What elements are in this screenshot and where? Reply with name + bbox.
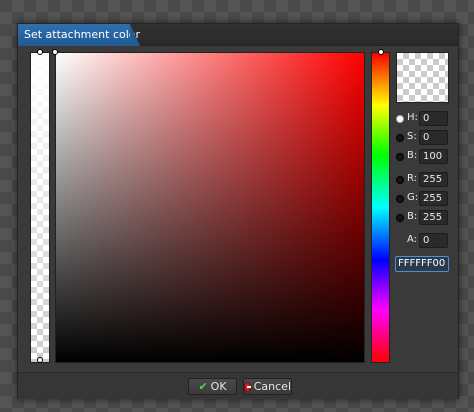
alpha-slider[interactable] bbox=[30, 49, 50, 363]
brightness-overlay bbox=[56, 53, 364, 362]
green-input[interactable]: 255 bbox=[419, 191, 448, 206]
field-row-brightness: B: 100 bbox=[396, 149, 452, 165]
hue-input[interactable]: 0 bbox=[419, 111, 448, 126]
saturation-input[interactable]: 0 bbox=[419, 130, 448, 145]
alpha-handle[interactable] bbox=[37, 357, 43, 363]
field-row-green: G: 255 bbox=[396, 191, 452, 207]
hue-handle[interactable] bbox=[378, 49, 384, 55]
hex-input[interactable]: FFFFFF00 bbox=[395, 256, 449, 272]
radio-brightness[interactable] bbox=[396, 153, 404, 161]
field-row-saturation: S: 0 bbox=[396, 130, 452, 146]
saturation-brightness-field[interactable] bbox=[52, 49, 365, 363]
title-bar[interactable]: Set attachment color bbox=[18, 24, 458, 46]
red-input[interactable]: 255 bbox=[419, 172, 448, 187]
hue-slider[interactable] bbox=[371, 49, 390, 363]
sv-handle[interactable] bbox=[52, 49, 58, 55]
field-row-red: R: 255 bbox=[396, 172, 452, 188]
blue-input[interactable]: 255 bbox=[419, 210, 448, 225]
dialog-title: Set attachment color bbox=[18, 24, 140, 46]
ok-label: OK bbox=[210, 380, 227, 393]
cancel-icon bbox=[244, 381, 251, 392]
cancel-button[interactable]: Cancel bbox=[243, 378, 292, 395]
brightness-input[interactable]: 100 bbox=[419, 149, 448, 164]
color-dialog: Set attachment color H: 0 S: 0 B: 100 R:… bbox=[17, 23, 459, 399]
button-bar: ✔ OK Cancel bbox=[18, 372, 458, 399]
radio-green[interactable] bbox=[396, 195, 404, 203]
radio-blue[interactable] bbox=[396, 214, 404, 222]
field-row-blue: B: 255 bbox=[396, 210, 452, 226]
cancel-label: Cancel bbox=[253, 380, 291, 393]
radio-saturation[interactable] bbox=[396, 134, 404, 142]
field-row-hue: H: 0 bbox=[396, 111, 452, 127]
alpha-input[interactable]: 0 bbox=[419, 233, 448, 248]
alpha-top-marker[interactable] bbox=[37, 49, 43, 55]
ok-button[interactable]: ✔ OK bbox=[188, 378, 237, 395]
field-row-alpha: A: 0 bbox=[396, 233, 452, 249]
color-preview bbox=[396, 52, 449, 103]
alpha-gradient bbox=[31, 53, 49, 362]
radio-hue[interactable] bbox=[396, 115, 404, 123]
radio-red[interactable] bbox=[396, 176, 404, 184]
checkmark-icon: ✔ bbox=[198, 380, 208, 393]
